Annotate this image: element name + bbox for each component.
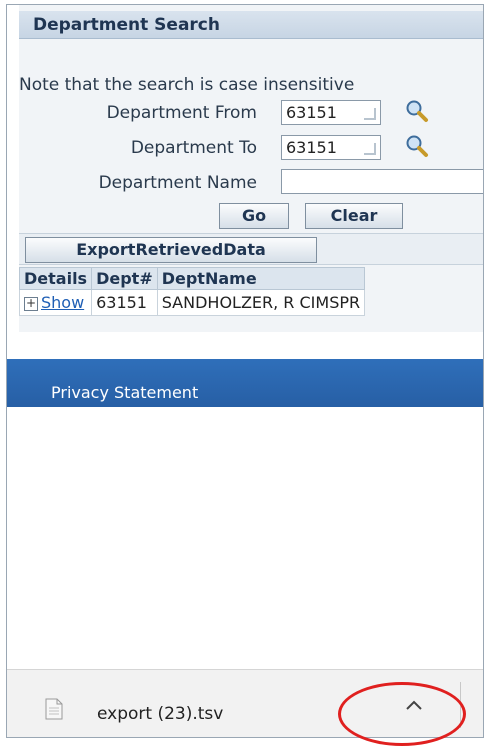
page-footer: Privacy Statement [7,359,483,407]
dept-name-label: Department Name [98,173,257,193]
table-row: + Show 63151 SANDHOLZER, R CIMSPR [18,289,366,316]
table-header-row: Details Dept# DeptName [18,267,366,290]
panel-header: Department Search [19,11,483,39]
dept-name-cell: SANDHOLZER, R CIMSPR [156,289,366,316]
results-table: Details Dept# DeptName + Show 63151 SANDH… [18,267,366,316]
dept-from-value: 63151 [286,103,337,122]
details-cell: + Show [18,289,93,316]
dept-from-input[interactable]: 63151 [281,100,381,125]
dept-to-label: Department To [130,138,257,158]
go-button[interactable]: Go [219,203,289,229]
dept-number-cell: 63151 [91,289,158,316]
download-file-name[interactable]: export (23).tsv [97,704,223,724]
search-note: Note that the search is case insensitive [19,75,355,95]
column-header-dept-number[interactable]: Dept# [91,267,158,290]
dropdown-corner-icon [364,143,376,155]
browser-frame: Department Search Note that the search i… [6,4,484,738]
expand-icon[interactable]: + [24,296,38,311]
dept-to-input[interactable]: 63151 [281,135,381,160]
file-icon [45,698,63,720]
dept-name-input[interactable] [281,169,483,194]
export-retrieved-data-button[interactable]: ExportRetrievedData [25,237,317,263]
dropdown-corner-icon [364,108,376,120]
panel-title: Department Search [33,15,220,35]
column-header-dept-name[interactable]: DeptName [156,267,366,290]
dept-to-value: 63151 [286,138,337,157]
search-icon[interactable] [405,99,429,123]
dept-from-label: Department From [106,103,257,123]
show-details-link[interactable]: Show [41,293,84,312]
column-header-details[interactable]: Details [18,267,93,290]
search-icon[interactable] [405,134,429,158]
clear-button[interactable]: Clear [305,203,403,229]
privacy-statement-link[interactable]: Privacy Statement [51,383,198,402]
highlight-ring-annotation [338,682,466,746]
